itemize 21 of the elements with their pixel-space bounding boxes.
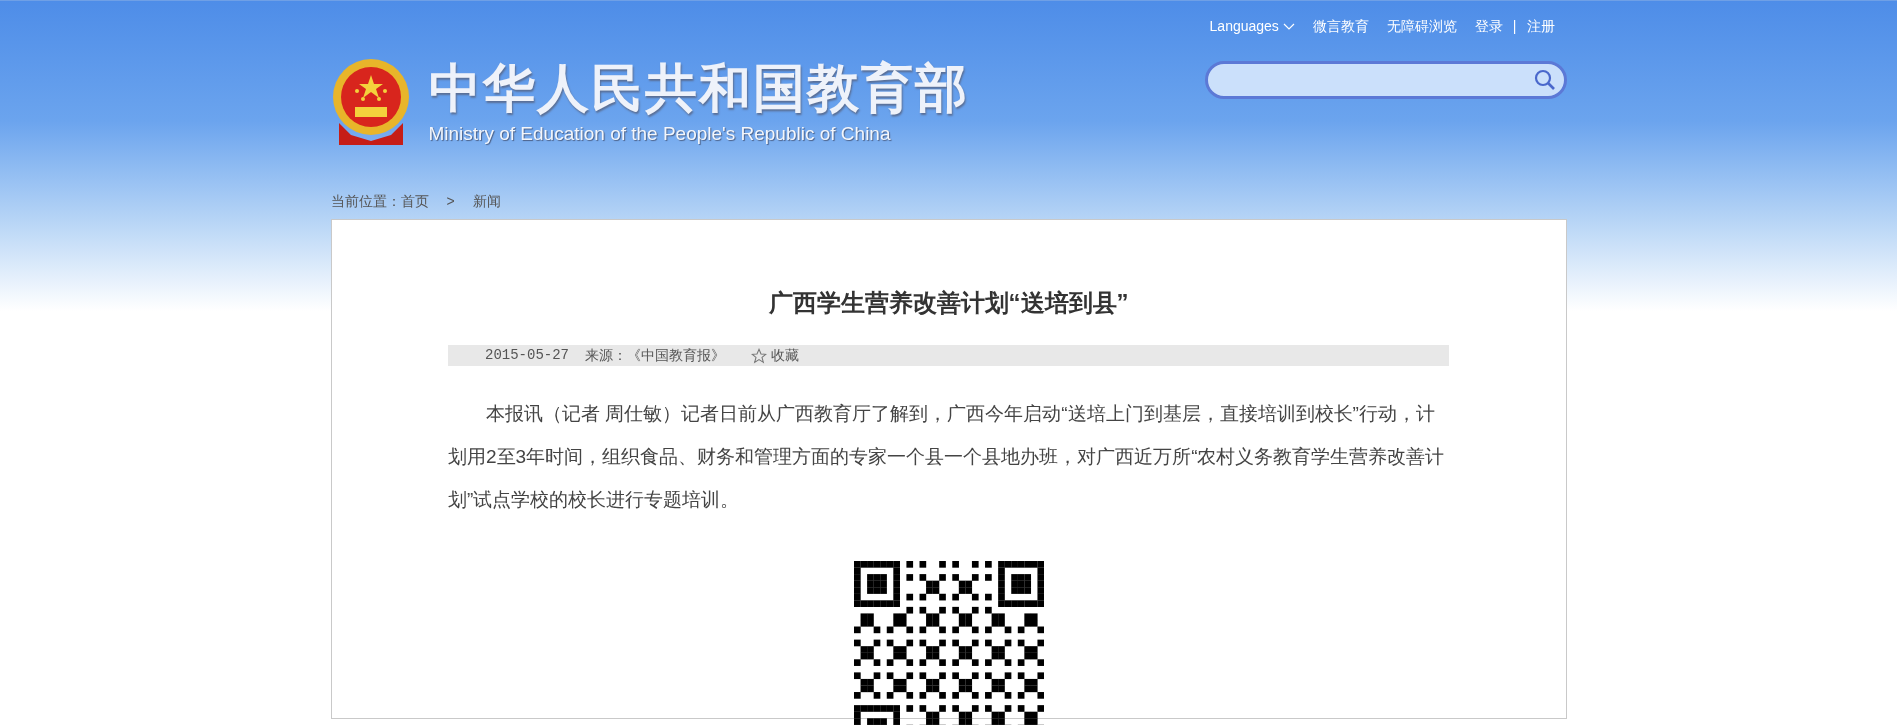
search-field[interactable] <box>1204 61 1567 99</box>
login-link[interactable]: 登录 <box>1474 16 1503 37</box>
header-link[interactable]: 微言教育 <box>1312 16 1369 37</box>
breadcrumb-link[interactable]: 首页 <box>400 190 429 212</box>
site-title: 中华人民共和国教育部 <box>428 57 969 118</box>
breadcrumb-link[interactable]: 新闻 <box>472 190 501 212</box>
register-link[interactable]: 注册 <box>1526 16 1555 37</box>
link-separator: | <box>1512 17 1517 36</box>
article-title: 广西学生营养改善计划“送培到县” <box>768 288 1129 318</box>
breadcrumb-separator: > <box>446 191 455 211</box>
favorite-button[interactable]: 收藏 <box>751 345 799 366</box>
site-subtitle: Ministry of Education of the People's Republic of China <box>428 121 892 146</box>
article-paragraph: 本报讯（记者 周仕敏）记者日前从广西教育厅了解到，广西今年启动“送培上门到基层，直接培训到校长”行动，计划用2至3年时间，组织食品、财务和管理方面的专家一个县一个县地办班，对广西近万所“农村义务教育学生营养改善计划”试点学校的校长进行专题培训。 <box>448 402 1446 512</box>
star-icon <box>751 347 767 364</box>
languages-link[interactable]: Languages <box>1209 16 1295 37</box>
breadcrumb-label: 当前位置： <box>330 191 401 211</box>
chevron-down-icon <box>1282 22 1295 31</box>
header-link[interactable]: 无障碍浏览 <box>1386 16 1457 37</box>
article-date: 2015-05-27 <box>485 346 569 365</box>
search-icon[interactable] <box>1533 69 1556 91</box>
article-source: 来源：《中国教育报》 <box>585 346 725 365</box>
